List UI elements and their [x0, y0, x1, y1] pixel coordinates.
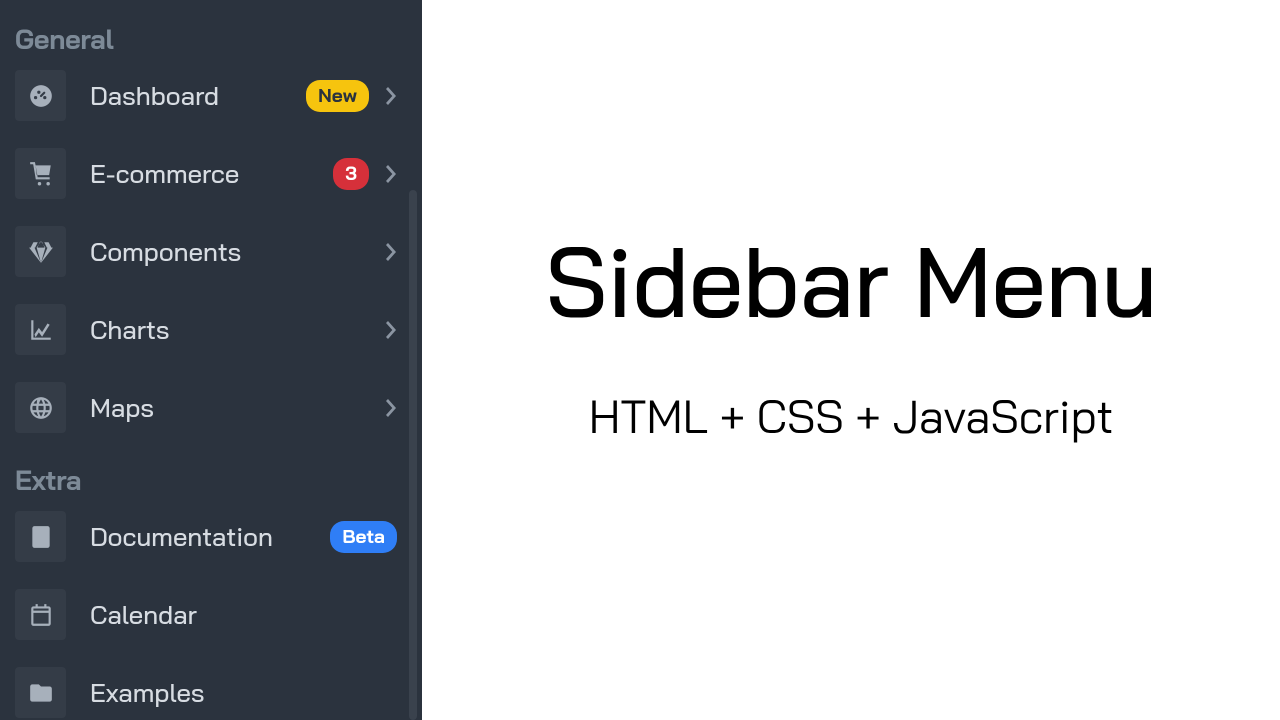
- scrollbar[interactable]: [409, 190, 417, 720]
- sidebar-item-charts[interactable]: Charts: [0, 304, 405, 355]
- page-title: Sidebar Menu: [545, 230, 1157, 333]
- badge-beta: Beta: [330, 521, 397, 553]
- sidebar-item-label: Documentation: [90, 520, 273, 553]
- sidebar: General Dashboard New E-commerce 3 Compo…: [0, 0, 422, 720]
- dashboard-icon: [15, 70, 66, 121]
- main-content: Sidebar Menu HTML + CSS + JavaScript: [422, 0, 1280, 720]
- sidebar-item-components[interactable]: Components: [0, 226, 405, 277]
- sidebar-item-dashboard[interactable]: Dashboard New: [0, 70, 405, 121]
- cart-icon: [15, 148, 66, 199]
- badge-new: New: [306, 80, 369, 112]
- sidebar-item-calendar[interactable]: Calendar: [0, 589, 405, 640]
- sidebar-item-ecommerce[interactable]: E-commerce 3: [0, 148, 405, 199]
- badge-count: 3: [333, 158, 369, 190]
- chart-icon: [15, 304, 66, 355]
- page-subtitle: HTML + CSS + JavaScript: [589, 387, 1114, 445]
- globe-icon: [15, 382, 66, 433]
- sidebar-item-label: Maps: [90, 391, 154, 424]
- sidebar-item-label: Examples: [90, 676, 204, 709]
- calendar-icon: [15, 589, 66, 640]
- chevron-right-icon: [377, 242, 405, 262]
- sidebar-item-maps[interactable]: Maps: [0, 382, 405, 433]
- sidebar-item-label: E-commerce: [90, 157, 239, 190]
- section-header-general: General: [0, 12, 422, 70]
- folder-icon: [15, 667, 66, 718]
- diamond-icon: [15, 226, 66, 277]
- chevron-right-icon: [377, 86, 405, 106]
- nav-list-general: Dashboard New E-commerce 3 Components Ch…: [0, 70, 405, 433]
- sidebar-item-label: Components: [90, 235, 241, 268]
- sidebar-item-label: Charts: [90, 313, 169, 346]
- chevron-right-icon: [377, 164, 405, 184]
- sidebar-item-label: Calendar: [90, 598, 197, 631]
- sidebar-item-examples[interactable]: Examples: [0, 667, 405, 718]
- chevron-right-icon: [377, 320, 405, 340]
- section-header-extra: Extra: [0, 433, 422, 511]
- sidebar-item-label: Dashboard: [90, 79, 219, 112]
- chevron-right-icon: [377, 398, 405, 418]
- document-icon: [15, 511, 66, 562]
- nav-list-extra: Documentation Beta Calendar Examples: [0, 511, 405, 718]
- sidebar-item-documentation[interactable]: Documentation Beta: [0, 511, 405, 562]
